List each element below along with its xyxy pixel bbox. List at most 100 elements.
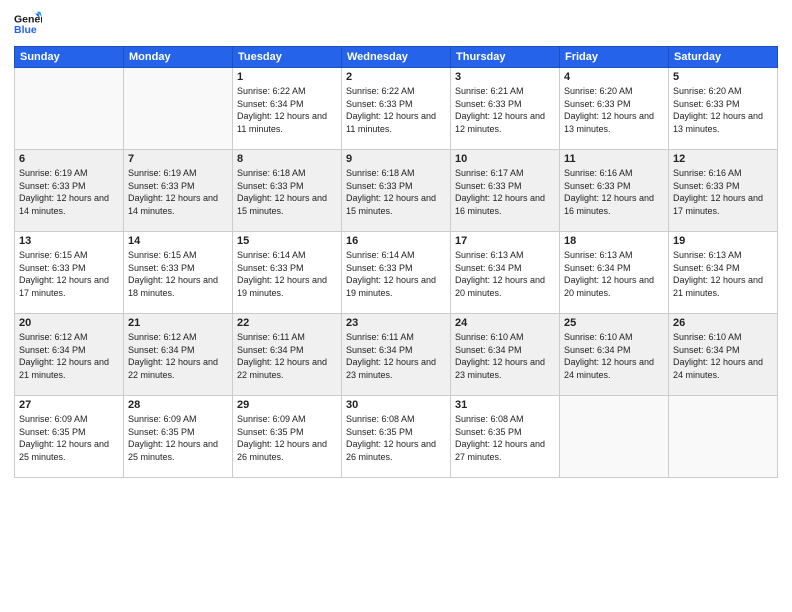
calendar-cell: 13 Sunrise: 6:15 AMSunset: 6:33 PMDayligh… bbox=[15, 232, 124, 314]
day-info: Sunrise: 6:22 AMSunset: 6:34 PMDaylight:… bbox=[237, 85, 337, 135]
calendar-cell: 17 Sunrise: 6:13 AMSunset: 6:34 PMDayligh… bbox=[451, 232, 560, 314]
day-info: Sunrise: 6:20 AMSunset: 6:33 PMDaylight:… bbox=[564, 85, 664, 135]
weekday-header-sunday: Sunday bbox=[15, 47, 124, 68]
day-number: 24 bbox=[455, 317, 555, 329]
day-info: Sunrise: 6:12 AMSunset: 6:34 PMDaylight:… bbox=[19, 331, 119, 381]
day-number: 25 bbox=[564, 317, 664, 329]
day-info: Sunrise: 6:09 AMSunset: 6:35 PMDaylight:… bbox=[237, 413, 337, 463]
day-info: Sunrise: 6:13 AMSunset: 6:34 PMDaylight:… bbox=[673, 249, 773, 299]
day-number: 14 bbox=[128, 235, 228, 247]
day-info: Sunrise: 6:18 AMSunset: 6:33 PMDaylight:… bbox=[237, 167, 337, 217]
calendar-cell: 4 Sunrise: 6:20 AMSunset: 6:33 PMDaylight… bbox=[560, 68, 669, 150]
calendar-cell: 18 Sunrise: 6:13 AMSunset: 6:34 PMDayligh… bbox=[560, 232, 669, 314]
calendar-header-row: SundayMondayTuesdayWednesdayThursdayFrid… bbox=[15, 47, 778, 68]
day-number: 16 bbox=[346, 235, 446, 247]
weekday-header-wednesday: Wednesday bbox=[342, 47, 451, 68]
calendar-cell: 2 Sunrise: 6:22 AMSunset: 6:33 PMDaylight… bbox=[342, 68, 451, 150]
calendar-cell: 30Sunrise: 6:08 AMSunset: 6:35 PMDayligh… bbox=[342, 396, 451, 478]
calendar-cell: 31Sunrise: 6:08 AMSunset: 6:35 PMDayligh… bbox=[451, 396, 560, 478]
calendar-cell: 22Sunrise: 6:11 AMSunset: 6:34 PMDayligh… bbox=[233, 314, 342, 396]
calendar-cell: 15Sunrise: 6:14 AMSunset: 6:33 PMDayligh… bbox=[233, 232, 342, 314]
svg-text:Blue: Blue bbox=[14, 24, 37, 36]
day-info: Sunrise: 6:17 AMSunset: 6:33 PMDaylight:… bbox=[455, 167, 555, 217]
day-number: 4 bbox=[564, 71, 664, 83]
weekday-header-saturday: Saturday bbox=[669, 47, 778, 68]
logo-icon: General Blue bbox=[14, 10, 42, 38]
day-info: Sunrise: 6:22 AMSunset: 6:33 PMDaylight:… bbox=[346, 85, 446, 135]
calendar-cell: 7 Sunrise: 6:19 AMSunset: 6:33 PMDaylight… bbox=[124, 150, 233, 232]
day-number: 22 bbox=[237, 317, 337, 329]
day-info: Sunrise: 6:12 AMSunset: 6:34 PMDaylight:… bbox=[128, 331, 228, 381]
day-number: 26 bbox=[673, 317, 773, 329]
day-number: 17 bbox=[455, 235, 555, 247]
day-number: 29 bbox=[237, 399, 337, 411]
day-info: Sunrise: 6:21 AMSunset: 6:33 PMDaylight:… bbox=[455, 85, 555, 135]
calendar-cell: 6 Sunrise: 6:19 AMSunset: 6:33 PMDaylight… bbox=[15, 150, 124, 232]
calendar-cell: 21 Sunrise: 6:12 AMSunset: 6:34 PMDayligh… bbox=[124, 314, 233, 396]
weekday-header-thursday: Thursday bbox=[451, 47, 560, 68]
calendar-cell bbox=[560, 396, 669, 478]
day-info: Sunrise: 6:15 AMSunset: 6:33 PMDaylight:… bbox=[128, 249, 228, 299]
day-number: 20 bbox=[19, 317, 119, 329]
day-info: Sunrise: 6:10 AMSunset: 6:34 PMDaylight:… bbox=[455, 331, 555, 381]
day-info: Sunrise: 6:20 AMSunset: 6:33 PMDaylight:… bbox=[673, 85, 773, 135]
calendar-row: 20 Sunrise: 6:12 AMSunset: 6:34 PMDayligh… bbox=[15, 314, 778, 396]
calendar-row: 1Sunrise: 6:22 AMSunset: 6:34 PMDaylight… bbox=[15, 68, 778, 150]
calendar-row: 13 Sunrise: 6:15 AMSunset: 6:33 PMDayligh… bbox=[15, 232, 778, 314]
day-info: Sunrise: 6:09 AMSunset: 6:35 PMDaylight:… bbox=[128, 413, 228, 463]
day-number: 18 bbox=[564, 235, 664, 247]
calendar-cell: 28Sunrise: 6:09 AMSunset: 6:35 PMDayligh… bbox=[124, 396, 233, 478]
day-info: Sunrise: 6:10 AMSunset: 6:34 PMDaylight:… bbox=[564, 331, 664, 381]
day-number: 27 bbox=[19, 399, 119, 411]
calendar-cell: 24 Sunrise: 6:10 AMSunset: 6:34 PMDayligh… bbox=[451, 314, 560, 396]
calendar-cell: 14 Sunrise: 6:15 AMSunset: 6:33 PMDayligh… bbox=[124, 232, 233, 314]
day-number: 21 bbox=[128, 317, 228, 329]
weekday-header-tuesday: Tuesday bbox=[233, 47, 342, 68]
calendar-cell: 27 Sunrise: 6:09 AMSunset: 6:35 PMDayligh… bbox=[15, 396, 124, 478]
calendar-cell bbox=[124, 68, 233, 150]
day-info: Sunrise: 6:19 AMSunset: 6:33 PMDaylight:… bbox=[128, 167, 228, 217]
calendar-cell: 12Sunrise: 6:16 AMSunset: 6:33 PMDayligh… bbox=[669, 150, 778, 232]
day-number: 19 bbox=[673, 235, 773, 247]
day-info: Sunrise: 6:09 AMSunset: 6:35 PMDaylight:… bbox=[19, 413, 119, 463]
calendar-cell: 1Sunrise: 6:22 AMSunset: 6:34 PMDaylight… bbox=[233, 68, 342, 150]
calendar-cell: 16 Sunrise: 6:14 AMSunset: 6:33 PMDayligh… bbox=[342, 232, 451, 314]
day-info: Sunrise: 6:19 AMSunset: 6:33 PMDaylight:… bbox=[19, 167, 119, 217]
day-info: Sunrise: 6:08 AMSunset: 6:35 PMDaylight:… bbox=[346, 413, 446, 463]
day-number: 10 bbox=[455, 153, 555, 165]
day-info: Sunrise: 6:15 AMSunset: 6:33 PMDaylight:… bbox=[19, 249, 119, 299]
calendar-cell: 5 Sunrise: 6:20 AMSunset: 6:33 PMDaylight… bbox=[669, 68, 778, 150]
calendar-cell: 19 Sunrise: 6:13 AMSunset: 6:34 PMDayligh… bbox=[669, 232, 778, 314]
day-number: 7 bbox=[128, 153, 228, 165]
day-number: 3 bbox=[455, 71, 555, 83]
calendar-row: 6 Sunrise: 6:19 AMSunset: 6:33 PMDaylight… bbox=[15, 150, 778, 232]
page: General Blue SundayMondayTuesdayWednesda… bbox=[0, 0, 792, 612]
calendar-cell: 26 Sunrise: 6:10 AMSunset: 6:34 PMDayligh… bbox=[669, 314, 778, 396]
day-number: 6 bbox=[19, 153, 119, 165]
day-info: Sunrise: 6:13 AMSunset: 6:34 PMDaylight:… bbox=[564, 249, 664, 299]
calendar-cell: 11Sunrise: 6:16 AMSunset: 6:33 PMDayligh… bbox=[560, 150, 669, 232]
day-number: 2 bbox=[346, 71, 446, 83]
day-info: Sunrise: 6:10 AMSunset: 6:34 PMDaylight:… bbox=[673, 331, 773, 381]
calendar-cell: 20 Sunrise: 6:12 AMSunset: 6:34 PMDayligh… bbox=[15, 314, 124, 396]
day-info: Sunrise: 6:13 AMSunset: 6:34 PMDaylight:… bbox=[455, 249, 555, 299]
logo: General Blue bbox=[14, 10, 42, 38]
calendar-table: SundayMondayTuesdayWednesdayThursdayFrid… bbox=[14, 46, 778, 478]
day-number: 5 bbox=[673, 71, 773, 83]
day-info: Sunrise: 6:08 AMSunset: 6:35 PMDaylight:… bbox=[455, 413, 555, 463]
day-info: Sunrise: 6:16 AMSunset: 6:33 PMDaylight:… bbox=[564, 167, 664, 217]
calendar-cell: 10 Sunrise: 6:17 AMSunset: 6:33 PMDayligh… bbox=[451, 150, 560, 232]
calendar-cell: 8Sunrise: 6:18 AMSunset: 6:33 PMDaylight… bbox=[233, 150, 342, 232]
day-number: 13 bbox=[19, 235, 119, 247]
day-info: Sunrise: 6:18 AMSunset: 6:33 PMDaylight:… bbox=[346, 167, 446, 217]
calendar-cell: 23 Sunrise: 6:11 AMSunset: 6:34 PMDayligh… bbox=[342, 314, 451, 396]
day-number: 23 bbox=[346, 317, 446, 329]
day-info: Sunrise: 6:11 AMSunset: 6:34 PMDaylight:… bbox=[346, 331, 446, 381]
calendar-cell bbox=[15, 68, 124, 150]
day-info: Sunrise: 6:14 AMSunset: 6:33 PMDaylight:… bbox=[346, 249, 446, 299]
calendar-cell: 25 Sunrise: 6:10 AMSunset: 6:34 PMDayligh… bbox=[560, 314, 669, 396]
calendar-cell bbox=[669, 396, 778, 478]
day-number: 15 bbox=[237, 235, 337, 247]
header: General Blue bbox=[14, 10, 778, 38]
calendar-row: 27 Sunrise: 6:09 AMSunset: 6:35 PMDayligh… bbox=[15, 396, 778, 478]
